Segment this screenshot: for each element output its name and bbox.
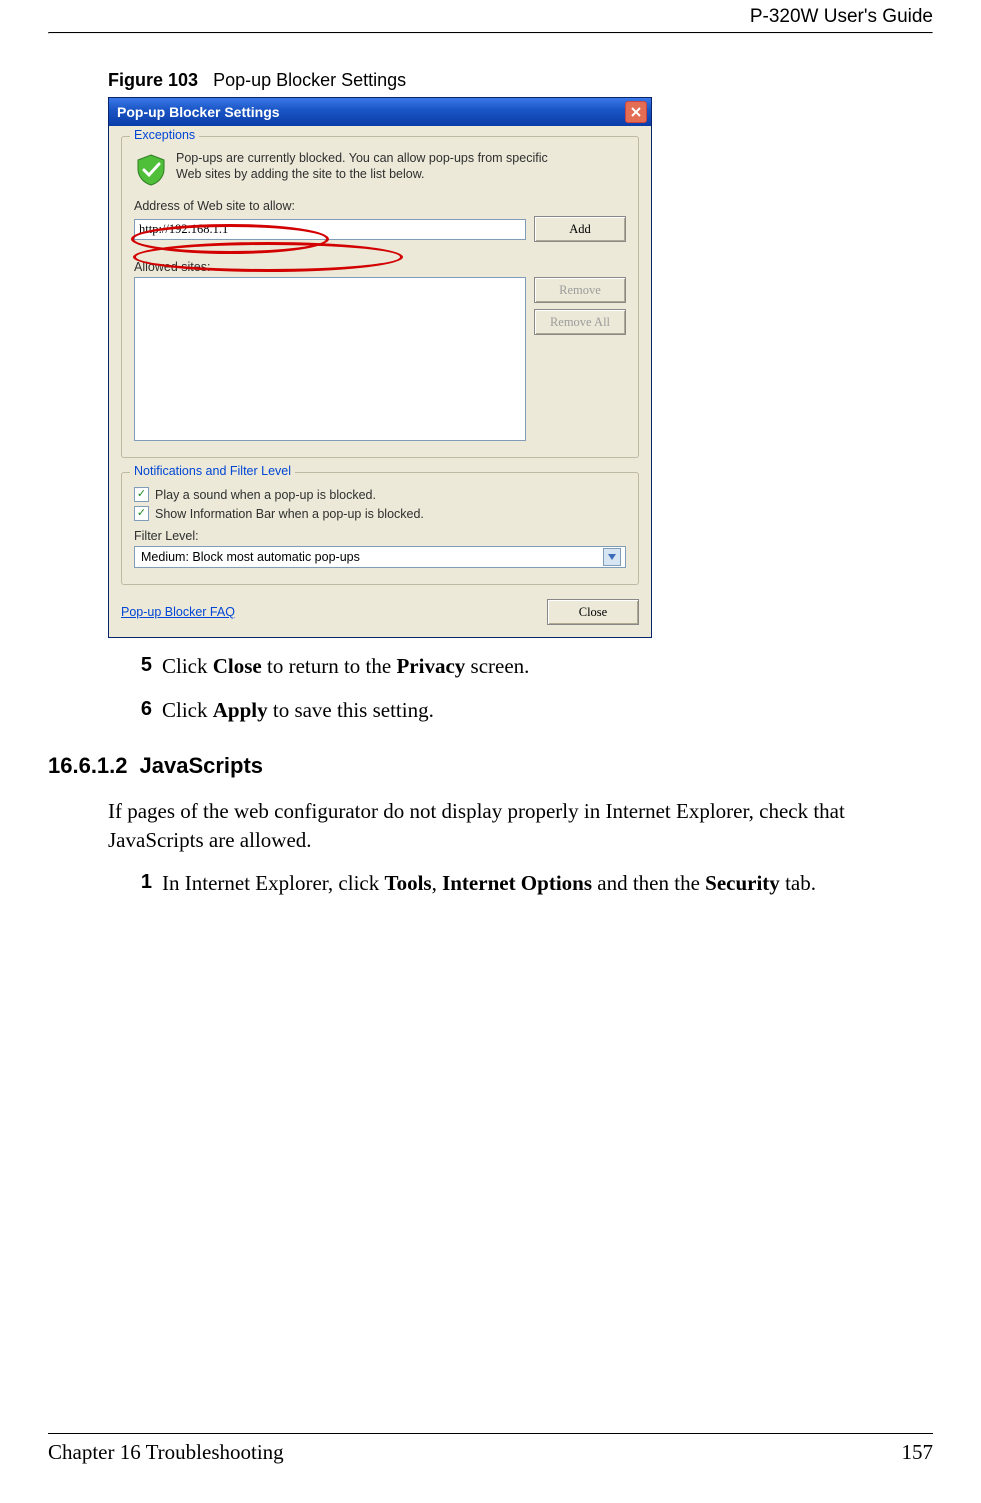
address-label: Address of Web site to allow: xyxy=(134,199,626,213)
header-rule xyxy=(48,32,933,34)
info-line-2: Web sites by adding the site to the list… xyxy=(176,167,425,181)
allowed-sites-label: Allowed sites: xyxy=(134,260,626,274)
chevron-down-icon xyxy=(603,548,621,566)
step-6: 6 Click Apply to save this setting. xyxy=(134,696,933,724)
popup-blocker-settings-dialog: Pop-up Blocker Settings Exceptions xyxy=(108,97,652,638)
step-1: 1 In Internet Explorer, click Tools, Int… xyxy=(134,869,933,897)
remove-button[interactable]: Remove xyxy=(534,277,626,303)
add-button[interactable]: Add xyxy=(534,216,626,242)
footer-chapter: Chapter 16 Troubleshooting xyxy=(48,1440,284,1465)
filter-level-value: Medium: Block most automatic pop-ups xyxy=(141,550,360,564)
dialog-title: Pop-up Blocker Settings xyxy=(117,104,625,120)
dialog-titlebar: Pop-up Blocker Settings xyxy=(109,98,651,126)
step-1-text: In Internet Explorer, click Tools, Inter… xyxy=(162,869,816,897)
step-5-text: Click Close to return to the Privacy scr… xyxy=(162,652,529,680)
filter-level-select[interactable]: Medium: Block most automatic pop-ups xyxy=(134,546,626,568)
section-heading: 16.6.1.2 JavaScripts xyxy=(48,753,933,779)
exceptions-legend: Exceptions xyxy=(130,128,199,142)
figure-caption: Figure 103 Pop-up Blocker Settings xyxy=(108,70,933,91)
allowed-sites-list[interactable] xyxy=(134,277,526,441)
show-info-bar-checkbox[interactable]: ✓ xyxy=(134,506,149,521)
notifications-legend: Notifications and Filter Level xyxy=(130,464,295,478)
step-5-number: 5 xyxy=(134,652,152,680)
section-number: 16.6.1.2 xyxy=(48,753,128,778)
figure-number: Figure 103 xyxy=(108,70,198,90)
section-paragraph: If pages of the web configurator do not … xyxy=(108,797,933,856)
play-sound-label: Play a sound when a pop-up is blocked. xyxy=(155,488,376,502)
step-6-number: 6 xyxy=(134,696,152,724)
dialog-close-button[interactable]: Close xyxy=(547,599,639,625)
step-6-text: Click Apply to save this setting. xyxy=(162,696,434,724)
figure-title: Pop-up Blocker Settings xyxy=(213,70,406,90)
header-guide-title: P-320W User's Guide xyxy=(48,0,933,32)
notifications-group: Notifications and Filter Level ✓ Play a … xyxy=(121,472,639,585)
remove-all-button[interactable]: Remove All xyxy=(534,309,626,335)
address-input[interactable] xyxy=(134,219,526,240)
step-1-number: 1 xyxy=(134,869,152,897)
show-info-bar-label: Show Information Bar when a pop-up is bl… xyxy=(155,507,424,521)
close-icon[interactable] xyxy=(625,101,647,123)
exceptions-info-text: Pop-ups are currently blocked. You can a… xyxy=(176,151,548,187)
exceptions-group: Exceptions Pop-ups are currently blocked… xyxy=(121,136,639,458)
filter-level-label: Filter Level: xyxy=(134,529,626,543)
play-sound-checkbox[interactable]: ✓ xyxy=(134,487,149,502)
popup-blocker-faq-link[interactable]: Pop-up Blocker FAQ xyxy=(121,605,235,619)
info-line-1: Pop-ups are currently blocked. You can a… xyxy=(176,151,548,165)
footer-page-number: 157 xyxy=(902,1440,934,1465)
page-footer: Chapter 16 Troubleshooting 157 xyxy=(48,1433,933,1465)
section-title: JavaScripts xyxy=(140,753,264,778)
step-5: 5 Click Close to return to the Privacy s… xyxy=(134,652,933,680)
allowed-shield-icon xyxy=(134,153,168,187)
